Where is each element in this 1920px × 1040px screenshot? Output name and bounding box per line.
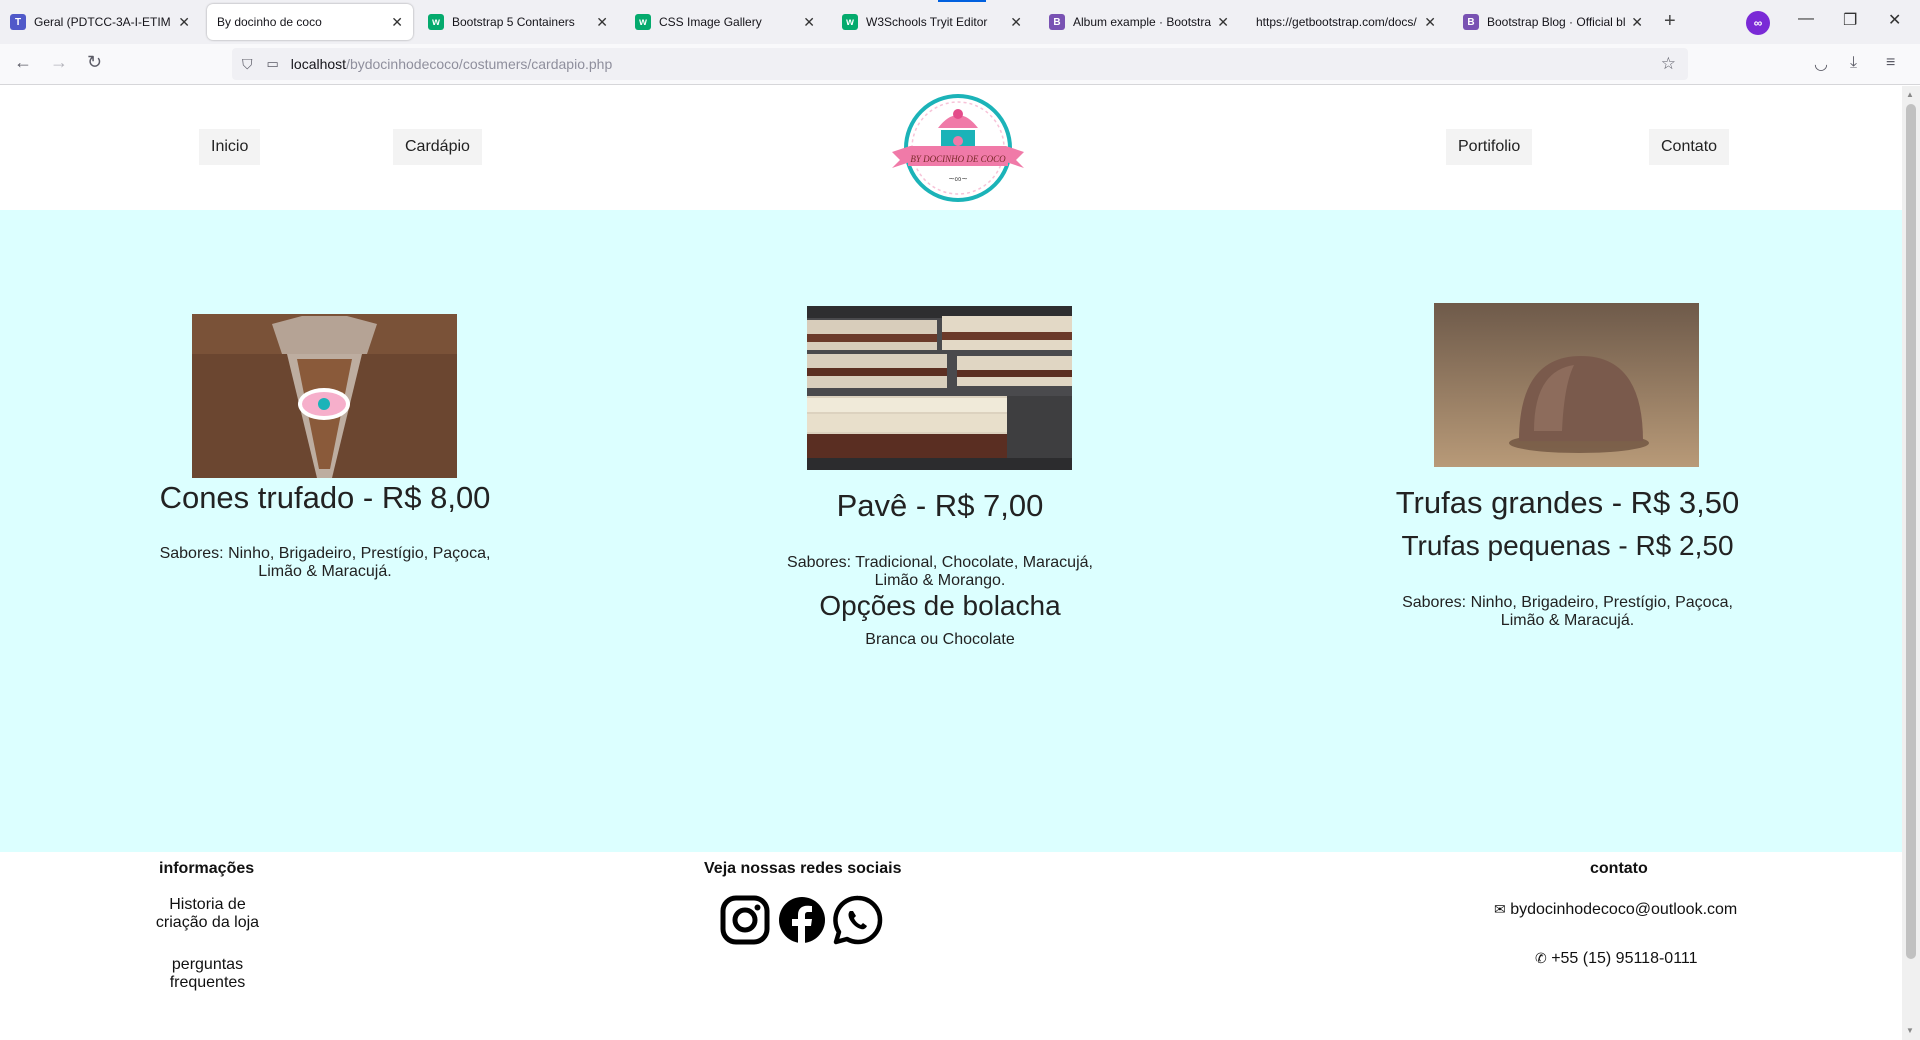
tab-strip: T Geral (PDTCC-3A-I-ETIM INF ✕ By docinh… [0,0,1920,44]
tab-bootstrap-containers[interactable]: w Bootstrap 5 Containers ✕ [418,4,618,40]
footer-link-historia[interactable]: Historia de criação da loja [145,896,270,932]
address-bar[interactable]: ⛉ ▭ localhost/bydocinhodecoco/costumers/… [232,48,1688,80]
back-icon[interactable]: ← [14,52,32,73]
url-text[interactable]: localhost/bydocinhodecoco/costumers/card… [291,56,612,72]
scrollbar-thumb[interactable] [1906,104,1916,959]
url-host: localhost [290,56,347,72]
footer-phone[interactable]: ✆ +55 (15) 95118-0111 [1535,949,1698,968]
footer-info-title: informações [159,860,255,877]
item-title: Pavê - R$ 7,00 [836,488,1044,523]
page-viewport: Inicio Cardápio BY DOCINHO DE COCO ~∞~ P… [0,86,1902,1040]
scroll-up-icon[interactable]: ▲ [1906,90,1914,99]
tab-getbootstrap[interactable]: https://getbootstrap.com/docs/ ✕ [1246,4,1446,40]
page-scrollbar[interactable]: ▲ ▼ [1902,86,1920,1040]
page-icon: ▭ [266,56,279,71]
close-icon[interactable]: ✕ [1010,14,1022,31]
menu-card-cones: Cones trufado - R$ 8,00 Sabores: Ninho, … [150,210,500,810]
whatsapp-icon[interactable] [832,894,884,946]
envelope-icon: ✉ [1494,901,1506,917]
item-flavors: Sabores: Ninho, Brigadeiro, Prestígio, P… [1402,594,1733,629]
close-icon[interactable]: ✕ [178,14,190,31]
truffle-photo [1434,303,1699,467]
bookmark-star-icon[interactable]: ☆ [1661,54,1676,74]
tab-by-docinho[interactable]: By docinho de coco ✕ [207,4,413,40]
url-path: /bydocinhodecoco/costumers/cardapio.php [346,56,613,72]
close-icon[interactable]: ✕ [1424,14,1436,31]
nav-contato[interactable]: Contato [1649,129,1730,165]
close-icon[interactable]: ✕ [1217,14,1229,31]
nav-portifolio[interactable]: Portifolio [1446,129,1533,165]
window-close-icon[interactable]: ✕ [1888,10,1901,30]
tab-tryit[interactable]: w W3Schools Tryit Editor ✕ [832,4,1032,40]
tab-title: Geral (PDTCC-3A-I-ETIM INF [34,15,172,29]
item-subtitle: Trufas pequenas - R$ 2,50 [1401,530,1734,561]
tab-title: Bootstrap Blog · Official blog [1487,15,1626,29]
footer-social-title: Veja nossas redes sociais [704,860,902,877]
footer-phone-text: +55 (15) 95118-0111 [1551,950,1698,967]
footer-link-faq[interactable]: perguntas frequentes [155,956,260,992]
tab-bootstrap-blog[interactable]: B Bootstrap Blog · Official blog ✕ [1453,4,1653,40]
shield-icon[interactable]: ⛉ [242,56,253,73]
bootstrap-icon: B [1049,14,1065,30]
downloads-icon[interactable]: ⤓ [1850,54,1857,72]
logo-text: BY DOCINHO DE COCO [910,154,1006,164]
site-header: Inicio Cardápio BY DOCINHO DE COCO ~∞~ P… [0,86,1902,210]
tab-indicator [938,0,986,2]
item-options-title: Opções de bolacha [819,590,1061,621]
item-title: Trufas grandes - R$ 3,50 [1395,485,1740,520]
tab-geral[interactable]: T Geral (PDTCC-3A-I-ETIM INF ✕ [0,4,200,40]
menu-icon[interactable]: ≡ [1886,54,1895,72]
pocket-icon[interactable]: ◡ [1814,54,1828,74]
menu-section: Cones trufado - R$ 8,00 Sabores: Ninho, … [0,210,1902,852]
footer-email[interactable]: ✉ bydocinhodecoco@outlook.com [1494,900,1737,919]
item-options: Branca ou Chocolate [865,631,1015,648]
tab-title: By docinho de coco [217,15,322,29]
item-flavors: Sabores: Tradicional, Chocolate, Maracuj… [787,554,1093,589]
bootstrap-icon: B [1463,14,1479,30]
close-icon[interactable]: ✕ [1631,14,1643,31]
cone-photo [192,314,457,478]
phone-icon: ✆ [1535,950,1547,966]
w3schools-icon: w [635,14,651,30]
restore-icon[interactable]: ❐ [1843,10,1857,30]
w3schools-icon: w [842,14,858,30]
nav-cardapio[interactable]: Cardápio [393,129,482,165]
site-footer: informações Historia de criação da loja … [0,852,1902,1040]
teams-icon: T [10,14,26,30]
item-flavors: Sabores: Ninho, Brigadeiro, Prestígio, P… [159,545,491,580]
close-icon[interactable]: ✕ [803,14,815,31]
menu-card-trufas: Trufas grandes - R$ 3,50 Trufas pequenas… [1385,210,1750,810]
private-browsing-icon[interactable]: ∞ [1746,11,1770,35]
facebook-icon[interactable] [776,894,828,946]
tab-title: https://getbootstrap.com/docs/ [1256,15,1417,29]
w3schools-icon: w [428,14,444,30]
tab-css-gallery[interactable]: w CSS Image Gallery ✕ [625,4,825,40]
tab-album[interactable]: B Album example · Bootstrap v ✕ [1039,4,1239,40]
item-title: Cones trufado - R$ 8,00 [159,480,491,515]
site-logo[interactable]: BY DOCINHO DE COCO ~∞~ [888,92,1028,204]
close-icon[interactable]: ✕ [596,14,608,31]
instagram-icon[interactable] [719,894,771,946]
forward-icon[interactable]: → [50,52,68,73]
scroll-down-icon[interactable]: ▼ [1906,1026,1914,1035]
new-tab-icon[interactable]: + [1664,10,1676,33]
footer-contact-title: contato [1590,860,1648,877]
navigation-toolbar: ← → ↻ ⛉ ▭ localhost/bydocinhodecoco/cost… [0,44,1920,85]
tab-title: W3Schools Tryit Editor [866,15,988,29]
pave-photo [807,306,1072,470]
nav-inicio[interactable]: Inicio [199,129,261,165]
tab-title: Album example · Bootstrap v [1073,15,1212,29]
close-icon[interactable]: ✕ [391,14,403,31]
footer-email-text: bydocinhodecoco@outlook.com [1510,901,1738,918]
reload-icon[interactable]: ↻ [87,52,102,73]
tab-title: CSS Image Gallery [659,15,762,29]
tab-title: Bootstrap 5 Containers [452,15,575,29]
logo-ornament: ~∞~ [949,174,968,185]
menu-card-pave: Pavê - R$ 7,00 Sabores: Tradicional, Cho… [770,210,1110,810]
minimize-icon[interactable]: — [1798,10,1814,28]
